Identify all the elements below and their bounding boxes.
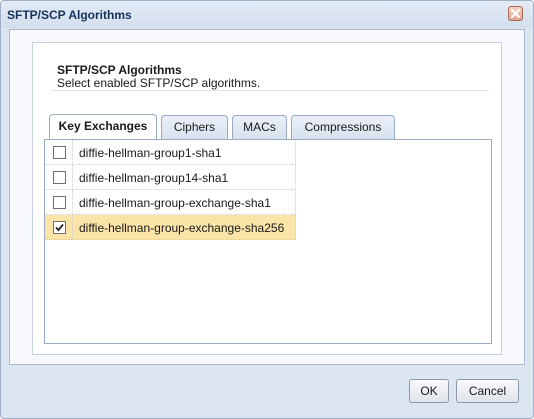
algorithm-list: diffie-hellman-group1-sha1 diffie-hellma… <box>45 140 296 240</box>
cancel-button[interactable]: Cancel <box>456 379 519 403</box>
tab-compressions[interactable]: Compressions <box>291 115 395 139</box>
algorithm-checkbox[interactable] <box>53 171 66 184</box>
tab-key-exchanges[interactable]: Key Exchanges <box>49 114 157 139</box>
algorithm-label: diffie-hellman-group1-sha1 <box>79 146 222 160</box>
sftp-scp-algorithms-dialog: SFTP/SCP Algorithms SFTP/SCP Algorithms … <box>0 0 534 419</box>
tab-label: Compressions <box>304 120 382 134</box>
close-icon <box>511 9 520 18</box>
close-button[interactable] <box>508 6 523 21</box>
list-item[interactable]: diffie-hellman-group-exchange-sha1 <box>45 190 296 215</box>
algorithm-checkbox[interactable] <box>53 146 66 159</box>
tab-ciphers[interactable]: Ciphers <box>161 115 228 139</box>
column-divider <box>72 215 73 239</box>
ok-button[interactable]: OK <box>409 379 449 403</box>
title-bar[interactable]: SFTP/SCP Algorithms <box>1 1 533 28</box>
list-item[interactable]: diffie-hellman-group-exchange-sha256 <box>45 215 296 240</box>
tab-label: Key Exchanges <box>58 119 148 133</box>
algorithm-label: diffie-hellman-group14-sha1 <box>79 171 229 185</box>
algorithm-checkbox[interactable] <box>53 196 66 209</box>
algorithm-label: diffie-hellman-group-exchange-sha256 <box>79 221 285 235</box>
column-divider <box>72 140 73 164</box>
algorithm-checkbox[interactable] <box>53 221 66 234</box>
section-title: SFTP/SCP Algorithms <box>57 63 182 77</box>
list-item[interactable]: diffie-hellman-group1-sha1 <box>45 140 296 165</box>
window-title: SFTP/SCP Algorithms <box>7 8 132 22</box>
column-divider <box>72 165 73 189</box>
checkmark-icon <box>55 223 64 232</box>
key-exchanges-panel: diffie-hellman-group1-sha1 diffie-hellma… <box>44 139 492 344</box>
header-divider <box>51 90 489 91</box>
algorithm-label: diffie-hellman-group-exchange-sha1 <box>79 196 271 210</box>
tab-macs[interactable]: MACs <box>232 115 287 139</box>
column-divider <box>72 190 73 214</box>
section-description: Select enabled SFTP/SCP algorithms. <box>57 76 261 90</box>
list-item[interactable]: diffie-hellman-group14-sha1 <box>45 165 296 190</box>
tab-label: MACs <box>243 120 276 134</box>
tab-label: Ciphers <box>173 120 216 134</box>
